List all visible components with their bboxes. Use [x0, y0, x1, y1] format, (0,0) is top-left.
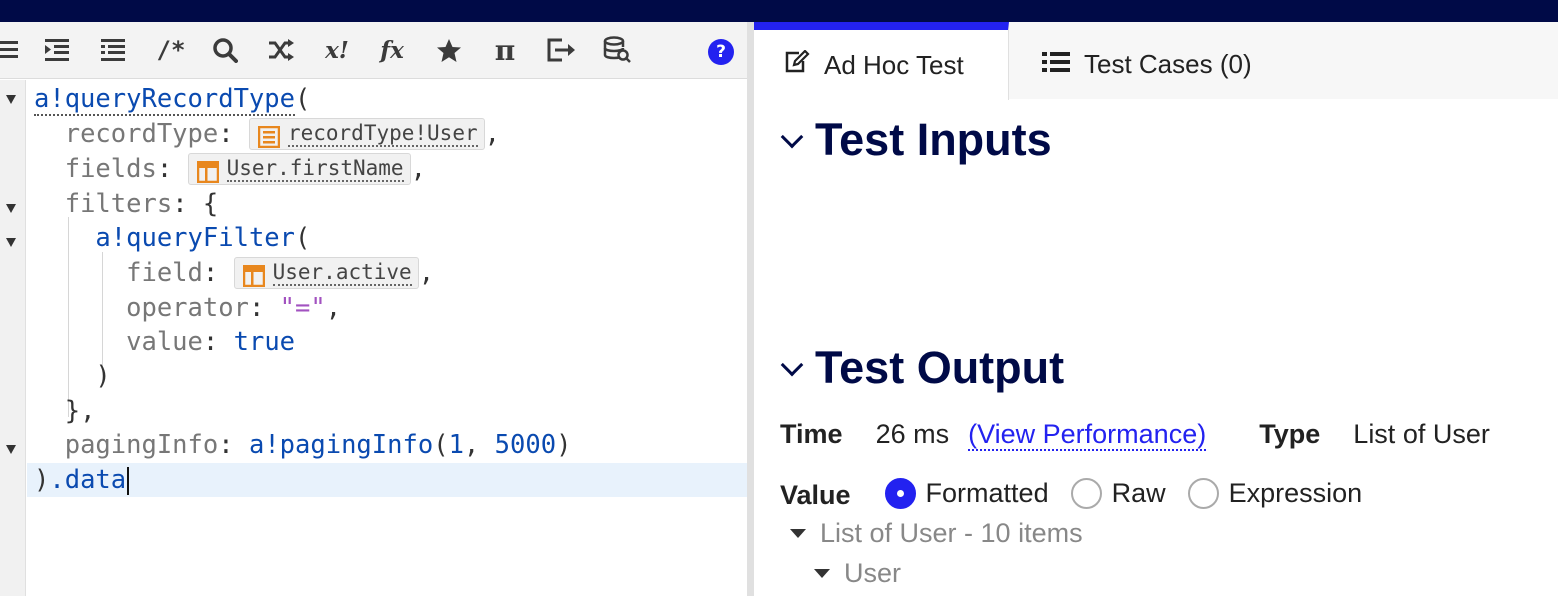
search-icon[interactable] — [208, 35, 242, 65]
time-label: Time — [780, 419, 843, 449]
text-cursor — [127, 467, 130, 495]
test-panel: Ad Hoc Test Test Cases (0) Test Inputs T… — [754, 22, 1558, 596]
export-icon[interactable] — [544, 35, 578, 65]
record-type-icon — [257, 123, 281, 149]
tree-label: List of User - 10 items — [820, 518, 1083, 548]
code-line: ) — [95, 361, 111, 391]
tab-ad-hoc-test[interactable]: Ad Hoc Test — [754, 22, 1009, 100]
code-line: fields: User.firstName, — [64, 153, 426, 185]
value-format-row: Value Formatted Raw Expression — [780, 476, 1384, 511]
app-top-bar — [0, 0, 1558, 22]
code-area[interactable]: a!queryRecordType( recordType: recordTyp… — [27, 80, 747, 596]
radio-label: Raw — [1111, 478, 1166, 508]
fold-arrow-icon[interactable] — [6, 238, 16, 247]
radio-checked-icon — [884, 478, 916, 509]
view-performance-link[interactable]: (View Performance) — [968, 419, 1207, 451]
radio-raw[interactable]: Raw — [1070, 478, 1166, 509]
radio-unchecked-icon — [1070, 478, 1102, 509]
tree-item[interactable]: List of User - 10 items — [790, 518, 1083, 549]
code-line: filters: { — [64, 189, 219, 219]
radio-formatted[interactable]: Formatted — [884, 478, 1049, 509]
test-tabs: Ad Hoc Test Test Cases (0) — [754, 22, 1558, 100]
section-title: Test Output — [815, 342, 1065, 393]
chevron-down-icon — [780, 125, 804, 149]
expression-editor: /* x! fx π ? a!queryRecordType(recordTy… — [0, 22, 747, 596]
code-line: field: User.active, — [126, 257, 435, 289]
database-icon[interactable] — [600, 35, 634, 65]
code-line: pagingInfo: a!pagingInfo(1, 5000) — [64, 430, 572, 460]
list-icon — [1042, 49, 1070, 80]
code-line: a!queryFilter( — [95, 223, 311, 253]
code-line: }, — [64, 396, 96, 426]
radio-expression[interactable]: Expression — [1187, 478, 1363, 509]
test-output-header[interactable]: Test Output — [780, 342, 1065, 394]
help-icon[interactable]: ? — [708, 39, 734, 65]
type-label: Type — [1259, 419, 1321, 449]
pane-splitter[interactable] — [747, 22, 754, 596]
fold-arrow-icon[interactable] — [6, 95, 16, 104]
outdent-icon[interactable] — [96, 35, 130, 65]
code-line: operator: "=", — [126, 293, 342, 323]
record-type-chip[interactable]: recordType!User — [248, 118, 485, 150]
time-value: 26 ms — [875, 419, 950, 449]
tree-item[interactable]: User — [814, 558, 901, 589]
field-icon — [242, 262, 265, 288]
caret-down-icon[interactable] — [814, 569, 830, 578]
editor-toolbar: /* x! fx π ? — [0, 22, 747, 79]
type-value: List of User — [1353, 419, 1490, 449]
star-icon[interactable] — [432, 35, 466, 65]
code-line: recordType: recordType!User, — [64, 118, 500, 150]
code-line: value: true — [126, 327, 296, 357]
tab-label: Ad Hoc Test — [824, 49, 964, 80]
tab-label: Test Cases (0) — [1084, 49, 1252, 79]
radio-unchecked-icon — [1187, 478, 1219, 509]
editor-gutter — [0, 80, 26, 596]
fold-arrow-icon[interactable] — [6, 445, 16, 454]
fold-arrow-icon[interactable] — [6, 204, 16, 213]
field-icon — [196, 158, 219, 184]
list-icon[interactable] — [0, 35, 22, 65]
pi-icon[interactable]: π — [488, 34, 522, 67]
code-line-active: ).data — [27, 463, 747, 497]
radio-label: Formatted — [925, 478, 1049, 508]
test-inputs-header[interactable]: Test Inputs — [780, 114, 1052, 166]
output-meta: Time 26 ms (View Performance) Type List … — [780, 419, 1490, 451]
tab-test-cases[interactable]: Test Cases (0) — [1009, 22, 1558, 99]
shuffle-icon[interactable] — [264, 35, 298, 65]
value-label: Value — [780, 480, 851, 510]
code-line: a!queryRecordType( — [34, 84, 311, 116]
function-icon[interactable]: fx — [375, 35, 409, 65]
caret-down-icon[interactable] — [790, 529, 806, 538]
comment-icon[interactable]: /* — [154, 35, 188, 65]
indent-icon[interactable] — [40, 35, 74, 65]
edit-icon — [784, 48, 810, 81]
field-chip[interactable]: User.active — [233, 257, 419, 289]
chevron-down-icon — [780, 353, 804, 377]
tree-label: User — [844, 558, 902, 588]
section-title: Test Inputs — [815, 114, 1052, 165]
variable-icon[interactable]: x! — [320, 35, 354, 65]
field-chip[interactable]: User.firstName — [187, 153, 411, 185]
radio-label: Expression — [1228, 478, 1363, 508]
